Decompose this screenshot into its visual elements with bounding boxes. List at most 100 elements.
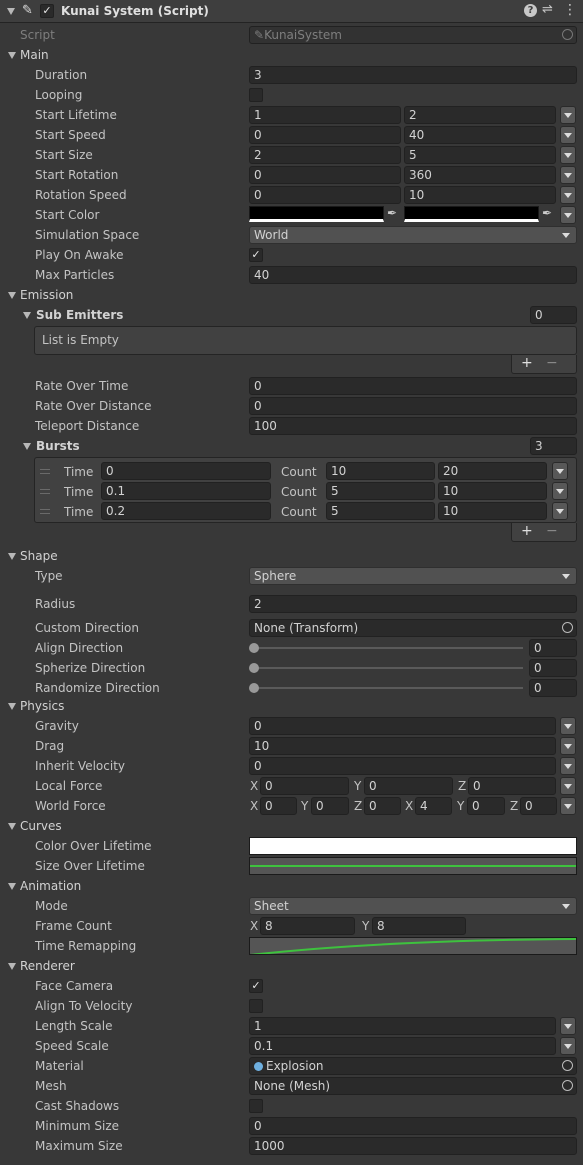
looping-checkbox[interactable]: [249, 88, 263, 102]
start-speed-min[interactable]: 0: [249, 126, 401, 144]
shape-foldout-icon[interactable]: [8, 553, 16, 560]
section-animation[interactable]: Animation: [20, 876, 81, 896]
emission-foldout-icon[interactable]: [8, 292, 16, 299]
custom-direction-field[interactable]: None (Transform): [249, 619, 577, 637]
sub-emitters-count[interactable]: 0: [530, 306, 577, 324]
start-lifetime-max[interactable]: 2: [404, 106, 556, 124]
burst-count-max[interactable]: 10: [438, 482, 547, 500]
remove-button[interactable]: −: [546, 355, 558, 371]
cast-shadows-checkbox[interactable]: [249, 1099, 263, 1113]
world-force-min-y[interactable]: 0: [311, 797, 349, 815]
burst-count-min[interactable]: 5: [326, 502, 435, 520]
length-scale-field[interactable]: 1: [249, 1017, 556, 1035]
drag-field[interactable]: 10: [249, 737, 556, 755]
face-camera-checkbox[interactable]: ✓: [249, 979, 263, 993]
burst-count-min[interactable]: 10: [326, 462, 435, 480]
section-physics[interactable]: Physics: [20, 696, 64, 716]
burst-time-field[interactable]: 0.1: [101, 482, 271, 500]
start-size-min[interactable]: 2: [249, 146, 401, 164]
collapse-arrow-icon[interactable]: [7, 8, 15, 15]
physics-foldout-icon[interactable]: [8, 703, 16, 710]
burst-count-mode-dropdown[interactable]: [552, 462, 568, 480]
radius-field[interactable]: 2: [249, 595, 577, 613]
bursts-label[interactable]: Bursts: [36, 436, 80, 456]
start-size-mode-dropdown[interactable]: [560, 146, 576, 164]
start-rotation-min[interactable]: 0: [249, 166, 401, 184]
world-force-mode-dropdown[interactable]: [560, 797, 576, 815]
burst-count-max[interactable]: 10: [438, 502, 547, 520]
gravity-field[interactable]: 0: [249, 717, 556, 735]
spherize-direction-slider[interactable]: [254, 667, 523, 669]
align-direction-slider[interactable]: [254, 647, 523, 649]
burst-time-field[interactable]: 0.2: [101, 502, 271, 520]
rate-over-time-field[interactable]: 0: [249, 377, 577, 395]
section-curves[interactable]: Curves: [20, 816, 62, 836]
rotation-speed-mode-dropdown[interactable]: [560, 186, 576, 204]
curves-foldout-icon[interactable]: [8, 823, 16, 830]
start-speed-max[interactable]: 40: [404, 126, 556, 144]
time-remapping-curve[interactable]: [249, 937, 577, 955]
object-picker-icon[interactable]: [562, 1060, 573, 1071]
local-force-x[interactable]: 0: [260, 777, 349, 795]
burst-count-min[interactable]: 5: [326, 482, 435, 500]
length-scale-mode-dropdown[interactable]: [560, 1017, 576, 1035]
start-lifetime-min[interactable]: 1: [249, 106, 401, 124]
add-button[interactable]: +: [521, 355, 533, 371]
simulation-space-dropdown[interactable]: World: [249, 226, 577, 244]
play-on-awake-checkbox[interactable]: ✓: [249, 248, 263, 262]
eyedropper-icon[interactable]: ✒: [542, 206, 552, 220]
spherize-direction-field[interactable]: 0: [529, 659, 577, 677]
help-icon[interactable]: ?: [524, 4, 537, 17]
start-rotation-max[interactable]: 360: [404, 166, 556, 184]
color-over-lifetime-gradient[interactable]: [249, 837, 577, 855]
slider-knob[interactable]: [249, 643, 259, 653]
randomize-direction-slider[interactable]: [254, 687, 523, 689]
local-force-z[interactable]: 0: [468, 777, 556, 795]
speed-scale-field[interactable]: 0.1: [249, 1037, 556, 1055]
drag-handle-icon[interactable]: [40, 509, 50, 514]
drag-mode-dropdown[interactable]: [560, 737, 576, 755]
rotation-speed-min[interactable]: 0: [249, 186, 401, 204]
drag-handle-icon[interactable]: [40, 489, 50, 494]
renderer-foldout-icon[interactable]: [8, 963, 16, 970]
inherit-velocity-mode-dropdown[interactable]: [560, 757, 576, 775]
max-particles-field[interactable]: 40: [249, 266, 577, 284]
gravity-mode-dropdown[interactable]: [560, 717, 576, 735]
section-shape[interactable]: Shape: [20, 546, 58, 566]
world-force-max-y[interactable]: 0: [467, 797, 505, 815]
align-direction-field[interactable]: 0: [529, 639, 577, 657]
section-main[interactable]: Main: [20, 45, 49, 65]
object-picker-icon[interactable]: [562, 622, 573, 633]
enable-checkbox[interactable]: ✓: [40, 4, 54, 18]
object-picker-icon[interactable]: [562, 1080, 573, 1091]
local-force-y[interactable]: 0: [364, 777, 453, 795]
start-speed-mode-dropdown[interactable]: [560, 126, 576, 144]
burst-time-field[interactable]: 0: [101, 462, 271, 480]
bursts-foldout-icon[interactable]: [23, 443, 31, 450]
align-to-velocity-checkbox[interactable]: [249, 999, 263, 1013]
randomize-direction-field[interactable]: 0: [529, 679, 577, 697]
more-options-icon[interactable]: ⋮: [563, 2, 577, 18]
start-color-swatch-a[interactable]: [249, 206, 384, 222]
world-force-min-z[interactable]: 0: [364, 797, 401, 815]
duration-field[interactable]: 3: [249, 66, 577, 84]
maximum-size-field[interactable]: 1000: [249, 1137, 577, 1155]
component-header[interactable]: ✎ ✓ Kunai System (Script) ? ⇌ ⋮: [0, 0, 583, 23]
mode-dropdown[interactable]: Sheet: [249, 897, 577, 915]
drag-handle-icon[interactable]: [40, 469, 50, 474]
slider-knob[interactable]: [249, 683, 259, 693]
rotation-speed-max[interactable]: 10: [404, 186, 556, 204]
teleport-distance-field[interactable]: 100: [249, 417, 577, 435]
size-over-lifetime-curve[interactable]: [249, 857, 577, 875]
inherit-velocity-field[interactable]: 0: [249, 757, 556, 775]
burst-count-mode-dropdown[interactable]: [552, 502, 568, 520]
burst-count-max[interactable]: 20: [438, 462, 547, 480]
sub-emitters-label[interactable]: Sub Emitters: [36, 305, 123, 325]
burst-count-mode-dropdown[interactable]: [552, 482, 568, 500]
world-force-max-x[interactable]: 4: [415, 797, 452, 815]
start-rotation-mode-dropdown[interactable]: [560, 166, 576, 184]
material-field[interactable]: Explosion: [249, 1057, 577, 1075]
frame-count-x[interactable]: 8: [260, 917, 355, 935]
world-force-max-z[interactable]: 0: [520, 797, 557, 815]
start-color-swatch-b[interactable]: [404, 206, 539, 222]
